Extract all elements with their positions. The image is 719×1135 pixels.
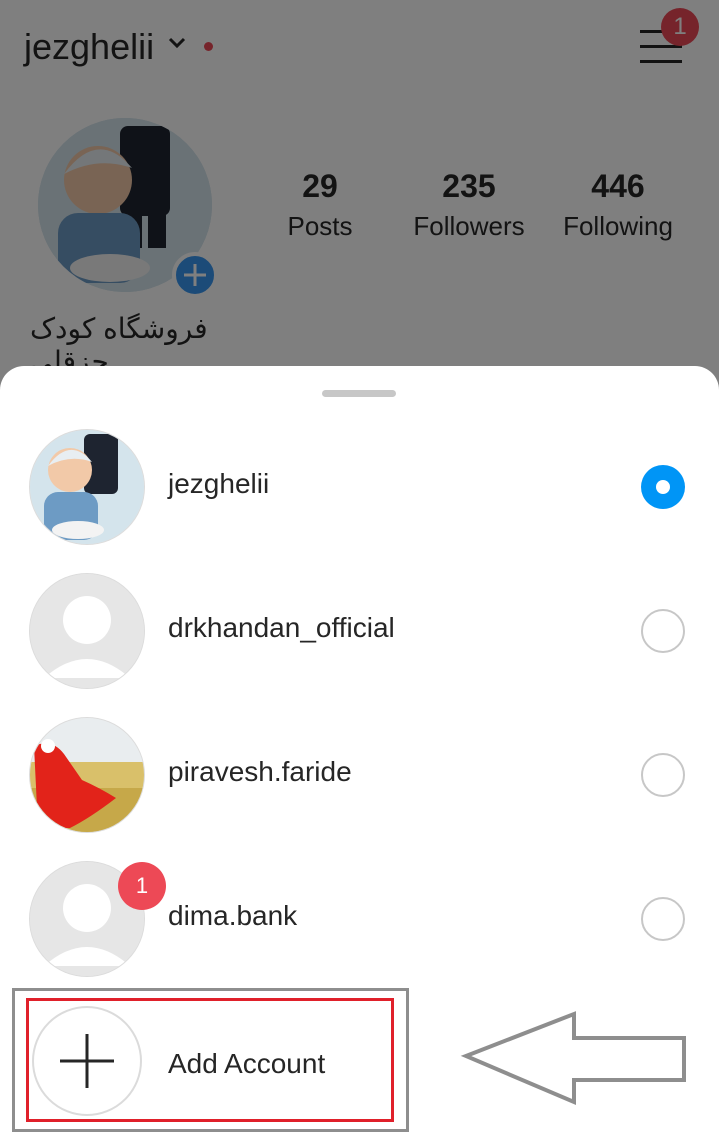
account-row[interactable]: jezghelii	[0, 430, 719, 574]
account-row[interactable]: piravesh.faride	[0, 718, 719, 862]
account-radio[interactable]	[641, 753, 685, 797]
avatar	[30, 718, 144, 832]
sheet-drag-handle[interactable]	[322, 390, 396, 397]
account-username: piravesh.faride	[168, 756, 352, 787]
account-radio-selected[interactable]	[641, 465, 685, 509]
arrow-left-icon	[460, 1011, 686, 1106]
account-username: jezghelii	[168, 468, 270, 499]
account-row[interactable]: drkhandan_official	[0, 574, 719, 718]
account-row[interactable]: 1 dima.bank	[0, 862, 719, 1006]
avatar	[30, 430, 144, 544]
account-radio[interactable]	[641, 609, 685, 653]
notification-badge: 1	[118, 862, 166, 910]
account-username: dima.bank	[168, 900, 298, 931]
default-avatar-icon	[30, 574, 144, 688]
highlight-box-inner	[26, 998, 394, 1122]
account-radio[interactable]	[641, 897, 685, 941]
account-username: drkhandan_official	[168, 612, 395, 643]
